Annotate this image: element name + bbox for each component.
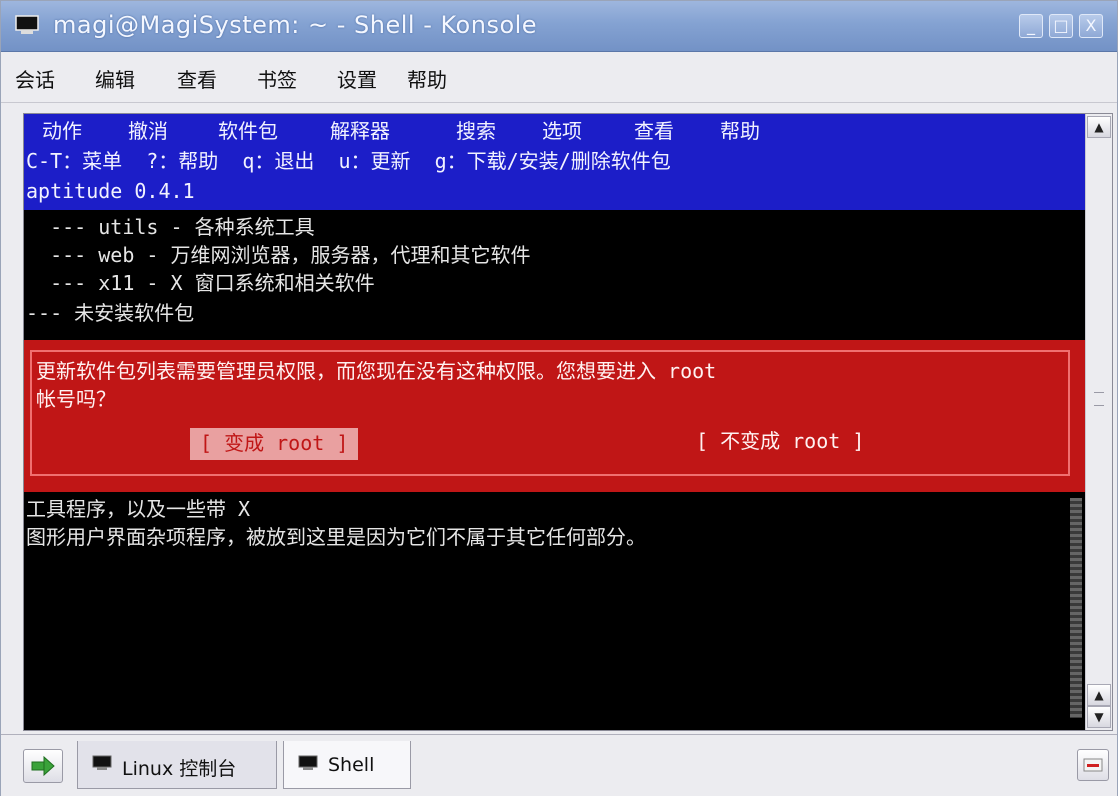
description-line2: 图形用户界面杂项程序，被放到这里是因为它们不属于其它任何部分。 xyxy=(26,525,646,549)
minimize-icon: _ xyxy=(1027,16,1035,35)
aptitude-menu-search[interactable]: 搜索 xyxy=(456,118,496,144)
tab-shell[interactable]: Shell xyxy=(283,741,411,789)
maximize-button[interactable]: □ xyxy=(1049,14,1073,38)
package-group-web[interactable]: --- web - 万维网浏览器，服务器，代理和其它软件 xyxy=(26,242,530,268)
tab-linux-console[interactable]: Linux 控制台 xyxy=(77,741,277,789)
dialog-message-line2: 帐号吗？ xyxy=(36,387,116,411)
aptitude-menu-actions[interactable]: 动作 xyxy=(42,118,82,144)
aptitude-header: 动作 撤消 软件包 解释器 搜索 选项 查看 帮助 C-T：菜单 ?：帮助 q：… xyxy=(24,114,1086,210)
terminal-scrollbar[interactable]: ▲ ▲ ▼ xyxy=(1070,114,1112,730)
aptitude-menu-help[interactable]: 帮助 xyxy=(720,118,760,144)
konsole-window: magi@MagiSystem: ~ - Shell - Konsole _ □… xyxy=(0,0,1118,796)
aptitude-menu-undo[interactable]: 撤消 xyxy=(128,118,168,144)
shell-icon xyxy=(298,755,318,770)
close-button[interactable]: X xyxy=(1079,14,1103,38)
package-group-not-installed[interactable]: --- 未安装软件包 xyxy=(26,300,194,326)
new-session-arrow-icon xyxy=(31,755,55,777)
terminal-frame: 动作 撤消 软件包 解释器 搜索 选项 查看 帮助 C-T：菜单 ?：帮助 q：… xyxy=(23,113,1113,731)
close-session-icon xyxy=(1083,758,1103,772)
aptitude-menu-view[interactable]: 查看 xyxy=(634,118,674,144)
dialog-border: 更新软件包列表需要管理员权限，而您现在没有这种权限。您想要进入 root 帐号吗… xyxy=(30,350,1070,476)
maximize-icon: □ xyxy=(1053,16,1069,35)
dont-become-root-button[interactable]: [ 不变成 root ] xyxy=(696,428,864,456)
package-group-x11[interactable]: --- x11 - X 窗口系统和相关软件 xyxy=(26,270,375,296)
scroll-down-arrow[interactable]: ▼ xyxy=(1087,706,1111,728)
menu-bookmarks[interactable]: 书签 xyxy=(257,64,297,93)
version-line: aptitude 0.4.1 xyxy=(26,179,195,203)
aptitude-menu-packages[interactable]: 软件包 xyxy=(218,118,278,144)
scroll-up-top-arrow[interactable]: ▲ xyxy=(1087,116,1111,138)
title-bar[interactable]: magi@MagiSystem: ~ - Shell - Konsole _ □… xyxy=(1,1,1117,52)
terminal-screen[interactable]: 动作 撤消 软件包 解释器 搜索 选项 查看 帮助 C-T：菜单 ?：帮助 q：… xyxy=(24,114,1086,730)
dialog-message-line1: 更新软件包列表需要管理员权限，而您现在没有这种权限。您想要进入 root xyxy=(36,359,717,383)
description-line1: 工具程序，以及一些带 X xyxy=(26,497,251,521)
menu-view[interactable]: 查看 xyxy=(177,64,217,93)
close-session-button[interactable] xyxy=(1077,749,1109,781)
close-icon: X xyxy=(1085,16,1097,35)
menu-session[interactable]: 会话 xyxy=(15,64,55,93)
window-title: magi@MagiSystem: ~ - Shell - Konsole xyxy=(53,11,538,39)
become-root-button[interactable]: [ 变成 root ] xyxy=(190,428,359,460)
aptitude-menu-resolver[interactable]: 解释器 xyxy=(330,118,390,144)
shortcut-line: C-T：菜单 ?：帮助 q：退出 u：更新 g：下载/安装/删除软件包 xyxy=(26,149,671,173)
konsole-app-icon[interactable] xyxy=(15,15,39,35)
aptitude-menu-options[interactable]: 选项 xyxy=(542,118,582,144)
tab-label: Shell xyxy=(328,754,375,776)
package-group-utils[interactable]: --- utils - 各种系统工具 xyxy=(26,214,315,240)
console-icon xyxy=(92,755,112,770)
new-session-button[interactable] xyxy=(23,749,63,783)
tab-label: Linux 控制台 xyxy=(122,758,237,780)
menu-help[interactable]: 帮助 xyxy=(407,64,447,93)
menu-bar: 会话 编辑 查看 书签 设置 帮助 xyxy=(1,52,1117,103)
session-tab-bar: Linux 控制台 Shell xyxy=(1,734,1117,796)
root-prompt-dialog: 更新软件包列表需要管理员权限，而您现在没有这种权限。您想要进入 root 帐号吗… xyxy=(24,340,1086,492)
scroll-thumb-strip xyxy=(1070,498,1082,718)
scroll-up-arrow[interactable]: ▲ xyxy=(1087,684,1111,706)
scroll-grip-icon xyxy=(1094,392,1104,406)
menu-settings[interactable]: 设置 xyxy=(337,64,377,93)
menu-edit[interactable]: 编辑 xyxy=(95,64,135,93)
minimize-button[interactable]: _ xyxy=(1019,14,1043,38)
